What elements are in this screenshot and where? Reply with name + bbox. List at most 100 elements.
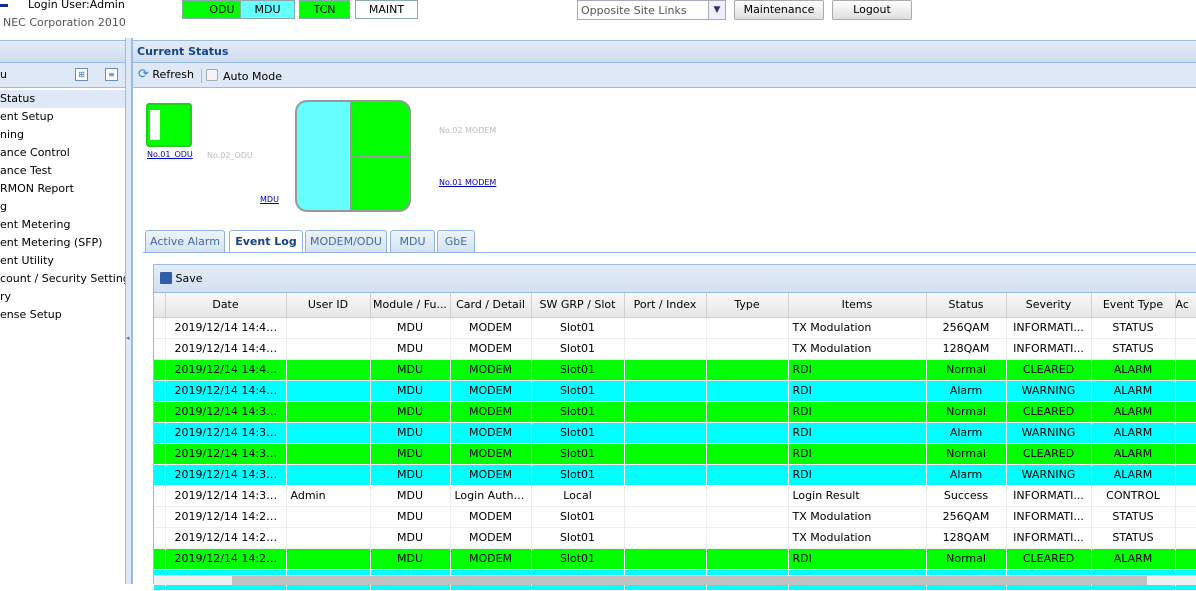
table-row[interactable]: 2019/12/14 14:36:28 MDU MODEM Slot01 RDI Norm… — [154, 443, 1196, 465]
sidebar-item[interactable]: ent Setup — [0, 108, 125, 126]
row-selector — [154, 443, 166, 465]
table-row[interactable]: 2019/12/14 14:43:06 MDU MODEM Slot01 RDI Alar… — [154, 380, 1196, 402]
column-header[interactable]: Type — [706, 293, 789, 318]
table-cell: Slot01 — [531, 422, 625, 444]
logout-button[interactable]: Logout — [832, 0, 912, 20]
collapse-arrow-icon[interactable]: ◂ — [126, 334, 130, 342]
refresh-button[interactable]: ⟳ Refresh — [138, 67, 194, 84]
table-cell — [1175, 548, 1196, 570]
table-cell — [624, 380, 707, 402]
table-cell: TX Modulation — [788, 317, 927, 339]
sidebar-item[interactable]: Status — [0, 90, 125, 108]
mdu-link[interactable]: MDU — [260, 195, 279, 204]
table-row[interactable]: 2019/12/14 14:24:44 MDU MODEM Slot01 RDI Norm… — [154, 548, 1196, 570]
row-selector — [154, 317, 166, 339]
table-cell: RDI — [788, 464, 927, 486]
tab-active-alarm[interactable]: Active Alarm — [145, 230, 225, 252]
table-cell — [706, 359, 789, 381]
table-cell — [624, 527, 707, 549]
main-toolbar: ⟳ Refresh Auto Mode — [133, 63, 1196, 88]
table-row[interactable]: 2019/12/14 14:37:05 MDU MODEM Slot01 RDI Alar… — [154, 422, 1196, 444]
table-cell — [286, 338, 371, 360]
table-cell: MDU — [370, 359, 451, 381]
sidebar-item[interactable]: g — [0, 198, 125, 216]
sidebar-item[interactable]: ance Test — [0, 162, 125, 180]
opposite-site-links-select[interactable]: Opposite Site Links ▼ — [577, 0, 726, 20]
table-cell — [1175, 464, 1196, 486]
table-row[interactable]: 2019/12/14 14:28:43 MDU MODEM Slot01 TX Modu… — [154, 506, 1196, 528]
sidebar-item[interactable]: RMON Report — [0, 180, 125, 198]
sidebar-item[interactable]: count / Security Setting — [0, 270, 125, 288]
table-cell — [286, 443, 371, 465]
column-header[interactable]: Event Type — [1091, 293, 1176, 318]
table-cell — [624, 401, 707, 423]
column-header[interactable]: Status — [926, 293, 1007, 318]
tab-gbe[interactable]: GbE — [437, 230, 475, 252]
unit-label: MAINT — [368, 3, 405, 16]
list-icon[interactable]: ≡ — [105, 68, 118, 81]
table-cell — [624, 464, 707, 486]
unit-maint[interactable]: MAINT — [355, 0, 418, 19]
table-cell — [1175, 338, 1196, 360]
mdu-device[interactable] — [295, 100, 411, 212]
save-label: Save — [175, 272, 203, 285]
table-cell: MDU — [370, 380, 451, 402]
odu1-link[interactable]: No.01_ODU — [147, 150, 193, 159]
column-header[interactable]: Port / Index — [624, 293, 707, 318]
save-button[interactable]: Save — [160, 272, 203, 285]
row-selector — [154, 338, 166, 360]
tab-strip-border — [143, 252, 1196, 253]
table-row[interactable]: 2019/12/14 14:43:59 MDU MODEM Slot01 TX Modu… — [154, 317, 1196, 339]
table-cell — [1175, 401, 1196, 423]
chevron-down-icon[interactable]: ▼ — [708, 1, 725, 19]
tab-event-log[interactable]: Event Log — [229, 230, 303, 253]
unit-tcn[interactable]: TCN — [299, 0, 350, 19]
sidebar-item[interactable]: ense Setup — [0, 306, 125, 324]
table-cell: 2019/12/14 14:43:57 — [165, 338, 287, 360]
column-header[interactable]: User ID — [286, 293, 371, 318]
table-cell: 2019/12/14 14:43:59 — [165, 317, 287, 339]
table-cell: TX Modulation — [788, 527, 927, 549]
unit-mdu[interactable]: MDU — [240, 0, 295, 19]
table-row[interactable]: 2019/12/14 14:32:13 Admin MDU Login Authe..… — [154, 485, 1196, 507]
table-cell — [624, 506, 707, 528]
tab-mdu[interactable]: MDU — [390, 230, 435, 252]
table-row[interactable]: 2019/12/14 14:37:06 MDU MODEM Slot01 RDI Norm… — [154, 401, 1196, 423]
table-cell — [706, 464, 789, 486]
table-cell: MDU — [370, 506, 451, 528]
column-header[interactable]: Severity — [1006, 293, 1092, 318]
sidebar-item[interactable]: ent Metering (SFP) — [0, 234, 125, 252]
auto-mode-checkbox[interactable] — [206, 69, 218, 81]
column-header[interactable]: Items — [788, 293, 927, 318]
expand-tree-icon[interactable]: ⊞ — [75, 68, 88, 81]
table-cell: Slot01 — [531, 506, 625, 528]
sidebar-item[interactable]: ry — [0, 288, 125, 306]
sidebar-item[interactable]: ent Metering — [0, 216, 125, 234]
tab-modem-odu[interactable]: MODEM/ODU — [305, 230, 387, 252]
sidebar-item[interactable]: ance Control — [0, 144, 125, 162]
odu-device-icon[interactable] — [146, 103, 192, 147]
column-header[interactable]: Module / Fu... — [370, 293, 451, 318]
sidebar-item[interactable]: ning — [0, 126, 125, 144]
column-header[interactable]: Date — [165, 293, 287, 318]
column-header[interactable]: Card / Detail — [450, 293, 532, 318]
table-cell — [706, 443, 789, 465]
table-row[interactable]: 2019/12/14 14:36:27 MDU MODEM Slot01 RDI Alar… — [154, 464, 1196, 486]
table-cell: INFORMATI... — [1006, 338, 1092, 360]
table-row[interactable]: 2019/12/14 14:28:41 MDU MODEM Slot01 TX Modu… — [154, 527, 1196, 549]
table-cell: Local — [531, 485, 625, 507]
unit-label: ODU — [209, 3, 235, 16]
table-cell: INFORMATI... — [1006, 485, 1092, 507]
column-header[interactable]: SW GRP / Slot — [531, 293, 625, 318]
table-row[interactable]: 2019/12/14 14:43:57 MDU MODEM Slot01 TX Modu… — [154, 338, 1196, 360]
table-cell: 2019/12/14 14:43:06 — [165, 380, 287, 402]
sidebar-item[interactable]: ent Utility — [0, 252, 125, 270]
table-cell: Slot01 — [531, 527, 625, 549]
table-cell: RDI — [788, 422, 927, 444]
column-header[interactable]: Ac — [1175, 293, 1196, 318]
table-row[interactable]: 2019/12/14 14:43:08 MDU MODEM Slot01 RDI Norm… — [154, 359, 1196, 381]
modem1-link[interactable]: No.01 MODEM — [439, 178, 496, 187]
table-cell: CLEARED — [1006, 359, 1092, 381]
table-cell: STATUS — [1091, 506, 1176, 528]
maintenance-button[interactable]: Maintenance — [734, 0, 824, 20]
